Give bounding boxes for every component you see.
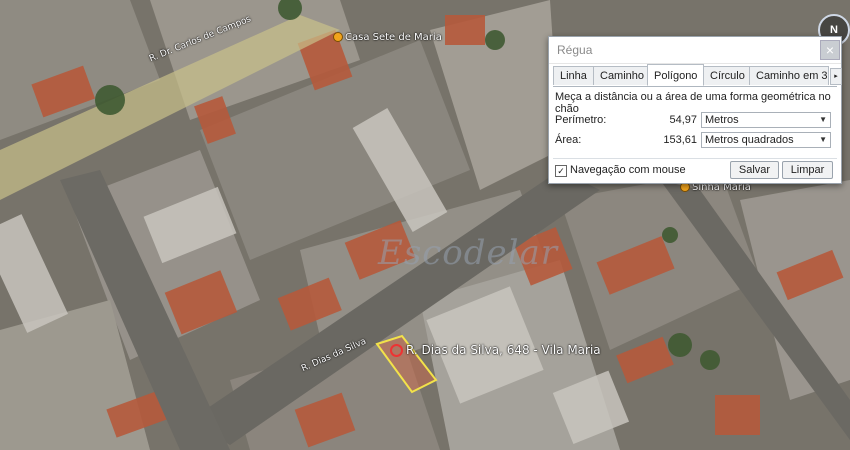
mouse-navigation-label[interactable]: Navegação com mouse [570,164,686,176]
area-unit: Metros quadrados [705,134,794,146]
mouse-navigation-checkbox[interactable]: ✓ [555,165,567,177]
ruler-dialog: Régua × Linha Caminho Polígono Círculo C… [548,36,842,184]
close-button[interactable]: × [820,40,840,60]
location-marker-icon [390,344,403,357]
perimeter-unit-select[interactable]: Metros ▼ [701,112,831,128]
address-text: R. Dias da Silva, 648 - Vila Maria [406,343,601,357]
address-label[interactable]: R. Dias da Silva, 648 - Vila Maria [390,343,601,357]
tab-circulo[interactable]: Círculo [703,66,752,85]
chevron-down-icon: ▼ [819,115,827,124]
watermark: Escodelar [378,233,559,273]
tab-poligono[interactable]: Polígono [647,64,705,86]
chevron-down-icon: ▼ [819,135,827,144]
tab-linha[interactable]: Linha [553,66,594,85]
ruler-tabs: Linha Caminho Polígono Círculo Caminho e… [553,64,842,87]
save-button[interactable]: Salvar [730,161,779,179]
pin-icon [333,32,343,42]
area-label: Área: [555,134,582,146]
area-unit-select[interactable]: Metros quadrados ▼ [701,132,831,148]
perimeter-unit: Metros [705,114,739,126]
dialog-title: Régua [557,43,593,57]
perimeter-label: Perímetro: [555,114,607,126]
tab-scroll-right-icon[interactable]: ▸ [830,68,842,85]
tab-caminho[interactable]: Caminho [593,66,652,85]
poi-label-top[interactable]: Casa Sete de Maria [333,32,442,43]
dialog-titlebar[interactable]: Régua × [549,37,841,64]
clear-button[interactable]: Limpar [782,161,833,179]
tab-caminho-3d[interactable]: Caminho em 3D [749,66,829,85]
dialog-divider [553,158,837,159]
area-value: 153,61 [663,134,697,146]
poi-name: Casa Sete de Maria [345,32,442,43]
perimeter-value: 54,97 [669,114,697,126]
